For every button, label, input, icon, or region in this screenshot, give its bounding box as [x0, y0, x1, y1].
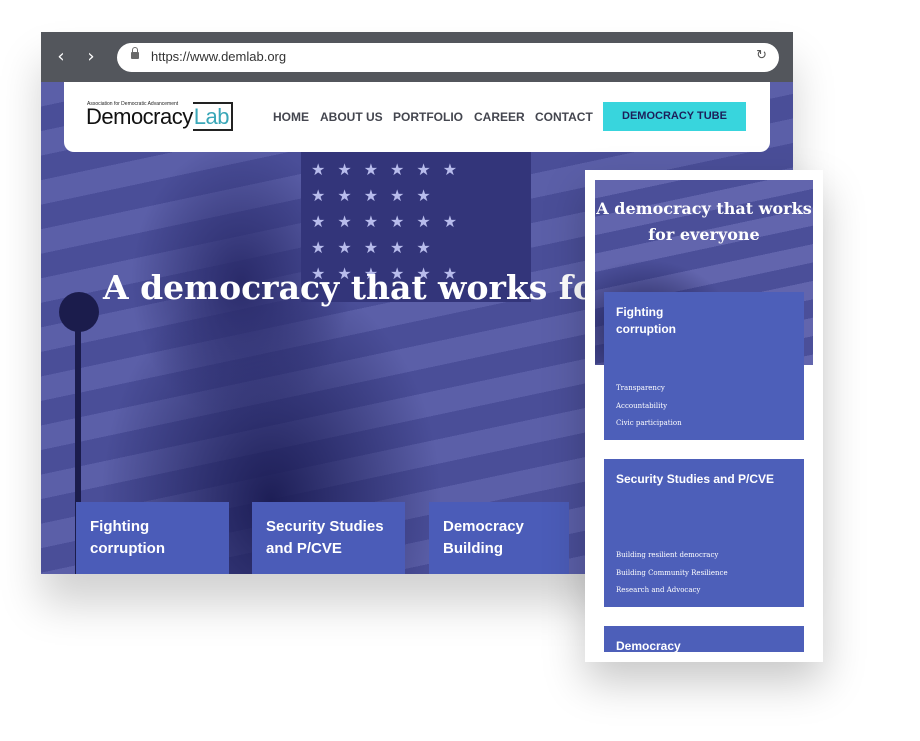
mobile-card-fighting-corruption[interactable]: Fighting corruption Transparency Account…: [604, 292, 804, 440]
chevron-left-icon[interactable]: ‹: [51, 46, 71, 68]
mobile-card-title: Democracy: [616, 639, 681, 652]
logo-accent: Lab: [192, 102, 233, 131]
mobile-card-title: Security Studies and P/CVE: [616, 472, 775, 486]
mobile-headline-line1: A democracy that works: [596, 199, 812, 218]
nav-about-us[interactable]: ABOUT US: [320, 110, 383, 124]
mobile-link-accountability[interactable]: Accountability: [616, 402, 667, 410]
logo-main: Democracy: [86, 104, 193, 129]
nav-career[interactable]: CAREER: [474, 110, 525, 124]
mobile-link-civic-participation[interactable]: Civic participation: [616, 419, 682, 427]
hero-headline: A democracy that works for e: [103, 268, 645, 307]
reload-icon[interactable]: ↻: [756, 48, 767, 63]
mobile-link-community-resilience[interactable]: Building Community Resilience: [616, 569, 728, 577]
democracy-tube-button[interactable]: DEMOCRACY TUBE: [603, 102, 746, 131]
address-bar[interactable]: https://www.demlab.org ↻: [117, 43, 779, 72]
browser-toolbar: ‹ › https://www.demlab.org ↻: [41, 32, 793, 82]
mobile-link-research-advocacy[interactable]: Research and Advocacy: [616, 586, 700, 594]
chevron-right-icon[interactable]: ›: [81, 46, 101, 68]
mobile-card-democracy[interactable]: Democracy: [604, 626, 804, 652]
card-fighting-corruption[interactable]: Fighting corruption: [76, 502, 229, 574]
mobile-preview: A democracy that works for everyone Figh…: [585, 170, 823, 662]
mobile-link-transparency[interactable]: Transparency: [616, 384, 665, 392]
mobile-headline-line2: for everyone: [648, 225, 760, 244]
site-header: Association for Democratic Advancement D…: [64, 82, 770, 152]
mobile-card-title: Fighting corruption: [616, 305, 676, 336]
url-text: https://www.demlab.org: [151, 49, 287, 64]
nav-portfolio[interactable]: PORTFOLIO: [393, 110, 463, 124]
nav-home[interactable]: HOME: [273, 110, 309, 124]
mobile-headline: A democracy that works for everyone: [595, 196, 813, 248]
lock-icon: [131, 47, 139, 59]
mobile-link-resilient-democracy[interactable]: Building resilient democracy: [616, 551, 718, 559]
site-logo[interactable]: DemocracyLab: [86, 102, 233, 131]
card-democracy-building[interactable]: Democracy Building: [429, 502, 569, 574]
nav-contact[interactable]: CONTACT: [535, 110, 593, 124]
mobile-card-security-studies[interactable]: Security Studies and P/CVE Building resi…: [604, 459, 804, 607]
card-security-studies[interactable]: Security Studies and P/CVE: [252, 502, 405, 574]
